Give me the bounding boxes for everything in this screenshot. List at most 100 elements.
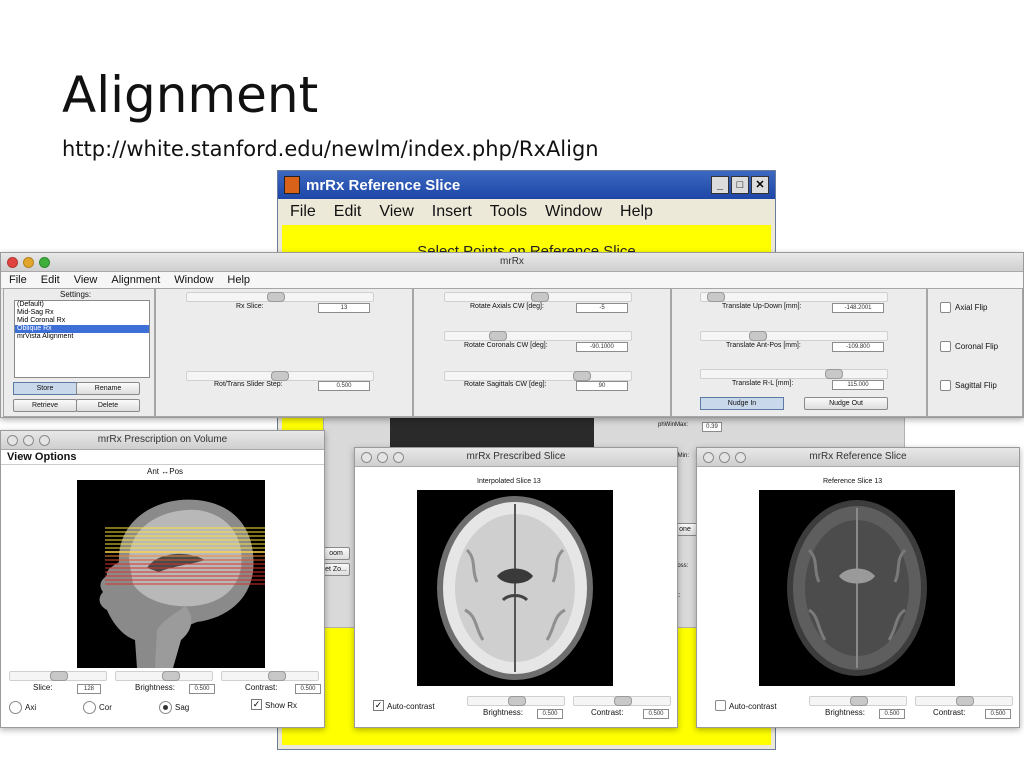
prescribed-titlebar[interactable]: mrRx Prescribed Slice [355,448,677,467]
sag-radio[interactable] [159,701,172,714]
menu-insert[interactable]: Insert [432,203,472,221]
contrast-slider[interactable] [221,671,319,681]
close-light-icon[interactable] [7,435,18,446]
minimize-light-icon[interactable] [23,435,34,446]
settings-item[interactable]: mrVista Alignment [15,333,149,341]
slice-slider[interactable] [9,671,107,681]
mrrx-menu-help[interactable]: Help [227,274,250,286]
close-light-icon[interactable] [361,452,372,463]
close-light-icon[interactable] [7,257,18,268]
zoom-light-icon[interactable] [39,257,50,268]
rotate-sagittals-value[interactable]: 90 [576,381,628,391]
sagittal-mri-image[interactable] [77,480,265,668]
back-window-titlebar[interactable]: mrRx Reference Slice _ □ ✕ [278,171,775,199]
slider-knob[interactable] [50,671,68,681]
minimize-light-icon[interactable] [719,452,730,463]
reference-auto-contrast-checkbox[interactable] [715,700,726,711]
minimize-button[interactable]: _ [711,176,729,194]
reference-contrast-value[interactable]: 0.500 [985,709,1011,719]
delete-button[interactable]: Delete [76,399,140,412]
translate-ap-slider[interactable] [700,331,888,341]
mrrx-menu-window[interactable]: Window [174,274,213,286]
settings-listbox[interactable]: (Default) Mid-Sag Rx Mid Coronal Rx Obli… [14,300,150,378]
mrrx-menu-alignment[interactable]: Alignment [111,274,160,286]
set-zoom-button[interactable]: et Zo... [322,563,350,576]
mrrx-menu-view[interactable]: View [74,274,98,286]
slider-knob[interactable] [707,292,725,302]
menu-file[interactable]: File [290,203,316,221]
mrrx-menu-file[interactable]: File [9,274,27,286]
nudge-out-button[interactable]: Nudge Out [804,397,888,410]
close-button[interactable]: ✕ [751,176,769,194]
maximize-button[interactable]: □ [731,176,749,194]
reference-brightness-value[interactable]: 0.500 [879,709,905,719]
slice-value[interactable]: 128 [77,684,101,694]
mrrx-menu-edit[interactable]: Edit [41,274,60,286]
slider-knob[interactable] [850,696,868,706]
slider-knob[interactable] [573,371,591,381]
settings-item[interactable]: Mid Coronal Rx [15,317,149,325]
slider-knob[interactable] [531,292,549,302]
view-options-menu[interactable]: View Options [1,450,324,465]
retrieve-button[interactable]: Retrieve [13,399,77,412]
show-rx-checkbox[interactable]: ✓ [251,699,262,710]
menu-edit[interactable]: Edit [334,203,362,221]
axial-t1-mri-image[interactable] [417,490,613,686]
brightness-slider[interactable] [115,671,213,681]
rotate-coronals-slider[interactable] [444,331,632,341]
axial-flip-checkbox[interactable] [940,302,951,313]
contrast-value[interactable]: 0.500 [295,684,321,694]
settings-item[interactable]: (Default) [15,301,149,309]
nudge-in-button[interactable]: Nudge In [700,397,784,410]
prescription-titlebar[interactable]: mrRx Prescription on Volume [1,431,324,450]
cor-radio[interactable] [83,701,96,714]
prescribed-contrast-slider[interactable] [573,696,671,706]
rename-button[interactable]: Rename [76,382,140,395]
rotate-axials-value[interactable]: -5 [576,303,628,313]
store-button[interactable]: Store [13,382,77,395]
reference-titlebar[interactable]: mrRx Reference Slice [697,448,1019,467]
menu-tools[interactable]: Tools [490,203,527,221]
translate-ap-value[interactable]: -109.800 [832,342,884,352]
minimize-light-icon[interactable] [377,452,388,463]
sagittal-flip-checkbox[interactable] [940,380,951,391]
settings-item-selected[interactable]: Oblique Rx [15,325,149,333]
win-max-value[interactable]: 0.39 [702,422,722,432]
axial-t2-mri-image[interactable] [759,490,955,686]
menu-help[interactable]: Help [620,203,653,221]
slider-knob[interactable] [271,371,289,381]
rotate-sagittals-slider[interactable] [444,371,632,381]
rx-slice-value[interactable]: 13 [318,303,370,313]
coronal-flip-checkbox[interactable] [940,341,951,352]
minimize-light-icon[interactable] [23,257,34,268]
settings-item[interactable]: Mid-Sag Rx [15,309,149,317]
slider-knob[interactable] [162,671,180,681]
zoom-light-icon[interactable] [39,435,50,446]
close-light-icon[interactable] [703,452,714,463]
slider-knob[interactable] [956,696,974,706]
reference-brightness-slider[interactable] [809,696,907,706]
translate-ud-slider[interactable] [700,292,888,302]
prescribed-auto-contrast-checkbox[interactable]: ✓ [373,700,384,711]
slider-knob[interactable] [267,292,285,302]
slider-knob[interactable] [614,696,632,706]
zoom-light-icon[interactable] [735,452,746,463]
slider-knob[interactable] [268,671,286,681]
zoom-light-icon[interactable] [393,452,404,463]
rotate-coronals-value[interactable]: -90.1000 [576,342,628,352]
menu-window[interactable]: Window [545,203,602,221]
translate-ud-value[interactable]: -148.2001 [832,303,884,313]
translate-rl-slider[interactable] [700,369,888,379]
zoom-button[interactable]: oom [322,547,350,560]
rx-slice-slider[interactable] [186,292,374,302]
menu-view[interactable]: View [379,203,413,221]
brightness-value[interactable]: 0.500 [189,684,215,694]
rotate-axials-slider[interactable] [444,292,632,302]
step-slider[interactable] [186,371,374,381]
prescribed-brightness-slider[interactable] [467,696,565,706]
slider-knob[interactable] [489,331,507,341]
reference-contrast-slider[interactable] [915,696,1013,706]
slider-knob[interactable] [508,696,526,706]
prescribed-contrast-value[interactable]: 0.500 [643,709,669,719]
axi-radio[interactable] [9,701,22,714]
